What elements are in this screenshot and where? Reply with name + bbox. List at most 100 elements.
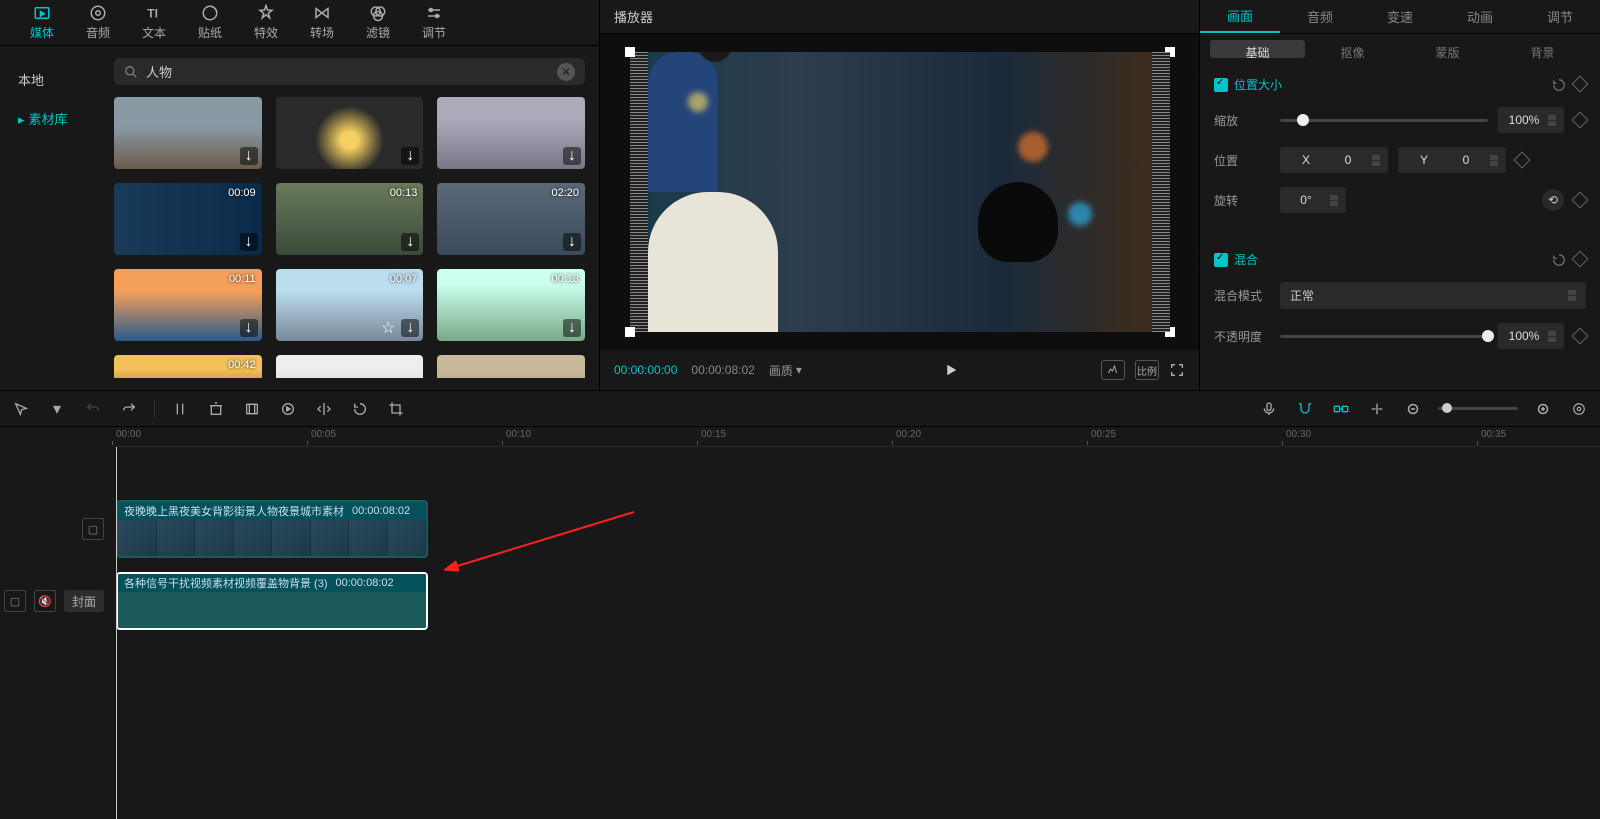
pointer-tool[interactable]: [10, 398, 32, 420]
asset-thumb[interactable]: 00:09↓: [114, 183, 262, 255]
opacity-input[interactable]: 100%: [1498, 323, 1564, 349]
keyframe-icon[interactable]: [1572, 75, 1589, 92]
track-toggle-button[interactable]: ▢: [82, 518, 104, 540]
rotate-input[interactable]: 0°: [1280, 187, 1346, 213]
tab-audio[interactable]: 音频: [70, 0, 126, 45]
reset-icon[interactable]: [1552, 253, 1566, 267]
tab-adjust[interactable]: 调节: [406, 0, 462, 45]
insp-tab-anim[interactable]: 动画: [1440, 0, 1520, 33]
zoom-out-button[interactable]: [1402, 398, 1424, 420]
asset-thumb[interactable]: 00:13↓: [276, 183, 424, 255]
rotate-dial[interactable]: ⟲: [1542, 189, 1564, 211]
download-icon[interactable]: ↓: [240, 319, 258, 337]
keyframe-icon[interactable]: [1572, 112, 1589, 129]
video-clip-1[interactable]: 夜晚晚上黑夜美女背影街景人物夜景城市素材00:00:08:02: [116, 500, 428, 558]
asset-thumb[interactable]: [437, 355, 585, 378]
insp-tab-speed[interactable]: 变速: [1360, 0, 1440, 33]
star-icon[interactable]: ☆: [379, 319, 397, 337]
timeline-ruler[interactable]: 00:00 00:05 00:10 00:15 00:20 00:25 00:3…: [116, 427, 1600, 447]
opacity-slider[interactable]: [1280, 335, 1488, 338]
cover-button[interactable]: 封面: [64, 590, 104, 612]
checkbox-icon[interactable]: [1214, 78, 1228, 92]
tab-transition[interactable]: 转场: [294, 0, 350, 45]
zoom-in-button[interactable]: [1532, 398, 1554, 420]
zoom-fit-button[interactable]: [1568, 398, 1590, 420]
keyframe-icon[interactable]: [1572, 250, 1589, 267]
asset-thumb[interactable]: 00:07☆↓: [276, 269, 424, 341]
blend-mode-select[interactable]: 正常: [1280, 282, 1586, 309]
asset-thumb[interactable]: 00:42: [114, 355, 262, 378]
playhead[interactable]: [116, 447, 117, 819]
clear-search-button[interactable]: ✕: [557, 63, 575, 81]
pos-x-input[interactable]: X0: [1280, 147, 1388, 173]
delete-button[interactable]: [205, 398, 227, 420]
search-input[interactable]: [146, 64, 549, 79]
asset-thumb[interactable]: ↓: [276, 97, 424, 169]
download-icon[interactable]: ↓: [401, 319, 419, 337]
resize-handle[interactable]: [1165, 47, 1175, 57]
fullscreen-button[interactable]: [1169, 362, 1185, 378]
crop-button[interactable]: [385, 398, 407, 420]
subtab-cutout[interactable]: 抠像: [1305, 40, 1400, 58]
keyframe-icon[interactable]: [1514, 152, 1531, 169]
split-button[interactable]: [169, 398, 191, 420]
scale-slider[interactable]: [1280, 119, 1488, 122]
play-button[interactable]: [942, 361, 960, 379]
mirror-button[interactable]: [313, 398, 335, 420]
tab-sticker[interactable]: 贴纸: [182, 0, 238, 45]
download-icon[interactable]: ↓: [240, 147, 258, 165]
asset-thumb[interactable]: 00:13↓: [437, 269, 585, 341]
chevron-down-icon[interactable]: ▾: [46, 398, 68, 420]
nav-library[interactable]: ▸素材库: [0, 99, 100, 138]
scale-input[interactable]: 100%: [1498, 107, 1564, 133]
resize-handle[interactable]: [625, 327, 635, 337]
keyframe-icon[interactable]: [1572, 328, 1589, 345]
asset-thumb[interactable]: ↓: [437, 97, 585, 169]
undo-button[interactable]: [82, 398, 104, 420]
quality-dropdown[interactable]: 画质▾: [769, 362, 802, 379]
pos-y-input[interactable]: Y0: [1398, 147, 1506, 173]
stepper-icon[interactable]: [1548, 331, 1556, 342]
scope-button[interactable]: [1101, 360, 1125, 380]
keyframe-icon[interactable]: [1572, 192, 1589, 209]
ratio-button[interactable]: 比例: [1135, 360, 1159, 380]
download-icon[interactable]: ↓: [401, 233, 419, 251]
resize-handle[interactable]: [1165, 327, 1175, 337]
link-button[interactable]: [1330, 398, 1352, 420]
tab-text[interactable]: TI 文本: [126, 0, 182, 45]
asset-thumb[interactable]: 02:20↓: [437, 183, 585, 255]
mute-button[interactable]: 🔇: [34, 590, 56, 612]
subtab-basic[interactable]: 基础: [1210, 40, 1305, 58]
tab-filter[interactable]: 滤镜: [350, 0, 406, 45]
stepper-icon[interactable]: [1490, 155, 1498, 166]
insp-tab-video[interactable]: 画面: [1200, 0, 1280, 33]
rotate-button[interactable]: [349, 398, 371, 420]
asset-thumb[interactable]: ↓: [114, 97, 262, 169]
asset-thumb[interactable]: [276, 355, 424, 378]
download-icon[interactable]: ↓: [563, 233, 581, 251]
download-icon[interactable]: ↓: [240, 233, 258, 251]
download-icon[interactable]: ↓: [563, 147, 581, 165]
video-clip-2[interactable]: 各种信号干扰视频素材视频覆盖物背景 (3)00:00:08:02: [116, 572, 428, 630]
reset-icon[interactable]: [1552, 78, 1566, 92]
checkbox-icon[interactable]: [1214, 253, 1228, 267]
timeline-tracks[interactable]: ▢ 夜晚晚上黑夜美女背影街景人物夜景城市素材00:00:08:02 ▢ 🔇 封面…: [0, 447, 1600, 819]
mic-button[interactable]: [1258, 398, 1280, 420]
freeze-button[interactable]: [277, 398, 299, 420]
align-button[interactable]: [1366, 398, 1388, 420]
resize-handle[interactable]: [625, 47, 635, 57]
download-icon[interactable]: ↓: [401, 147, 419, 165]
track-toggle-button[interactable]: ▢: [4, 590, 26, 612]
stepper-icon[interactable]: [1372, 155, 1380, 166]
stepper-icon[interactable]: [1548, 115, 1556, 126]
magnet-on-button[interactable]: [1294, 398, 1316, 420]
stepper-icon[interactable]: [1330, 195, 1338, 206]
subtab-mask[interactable]: 蒙版: [1400, 40, 1495, 58]
asset-thumb[interactable]: 00:11↓: [114, 269, 262, 341]
tab-media[interactable]: 媒体: [14, 0, 70, 45]
film-button[interactable]: [241, 398, 263, 420]
download-icon[interactable]: ↓: [563, 319, 581, 337]
preview-viewport[interactable]: [600, 34, 1199, 350]
tab-effect[interactable]: 特效: [238, 0, 294, 45]
zoom-slider[interactable]: [1438, 407, 1518, 410]
